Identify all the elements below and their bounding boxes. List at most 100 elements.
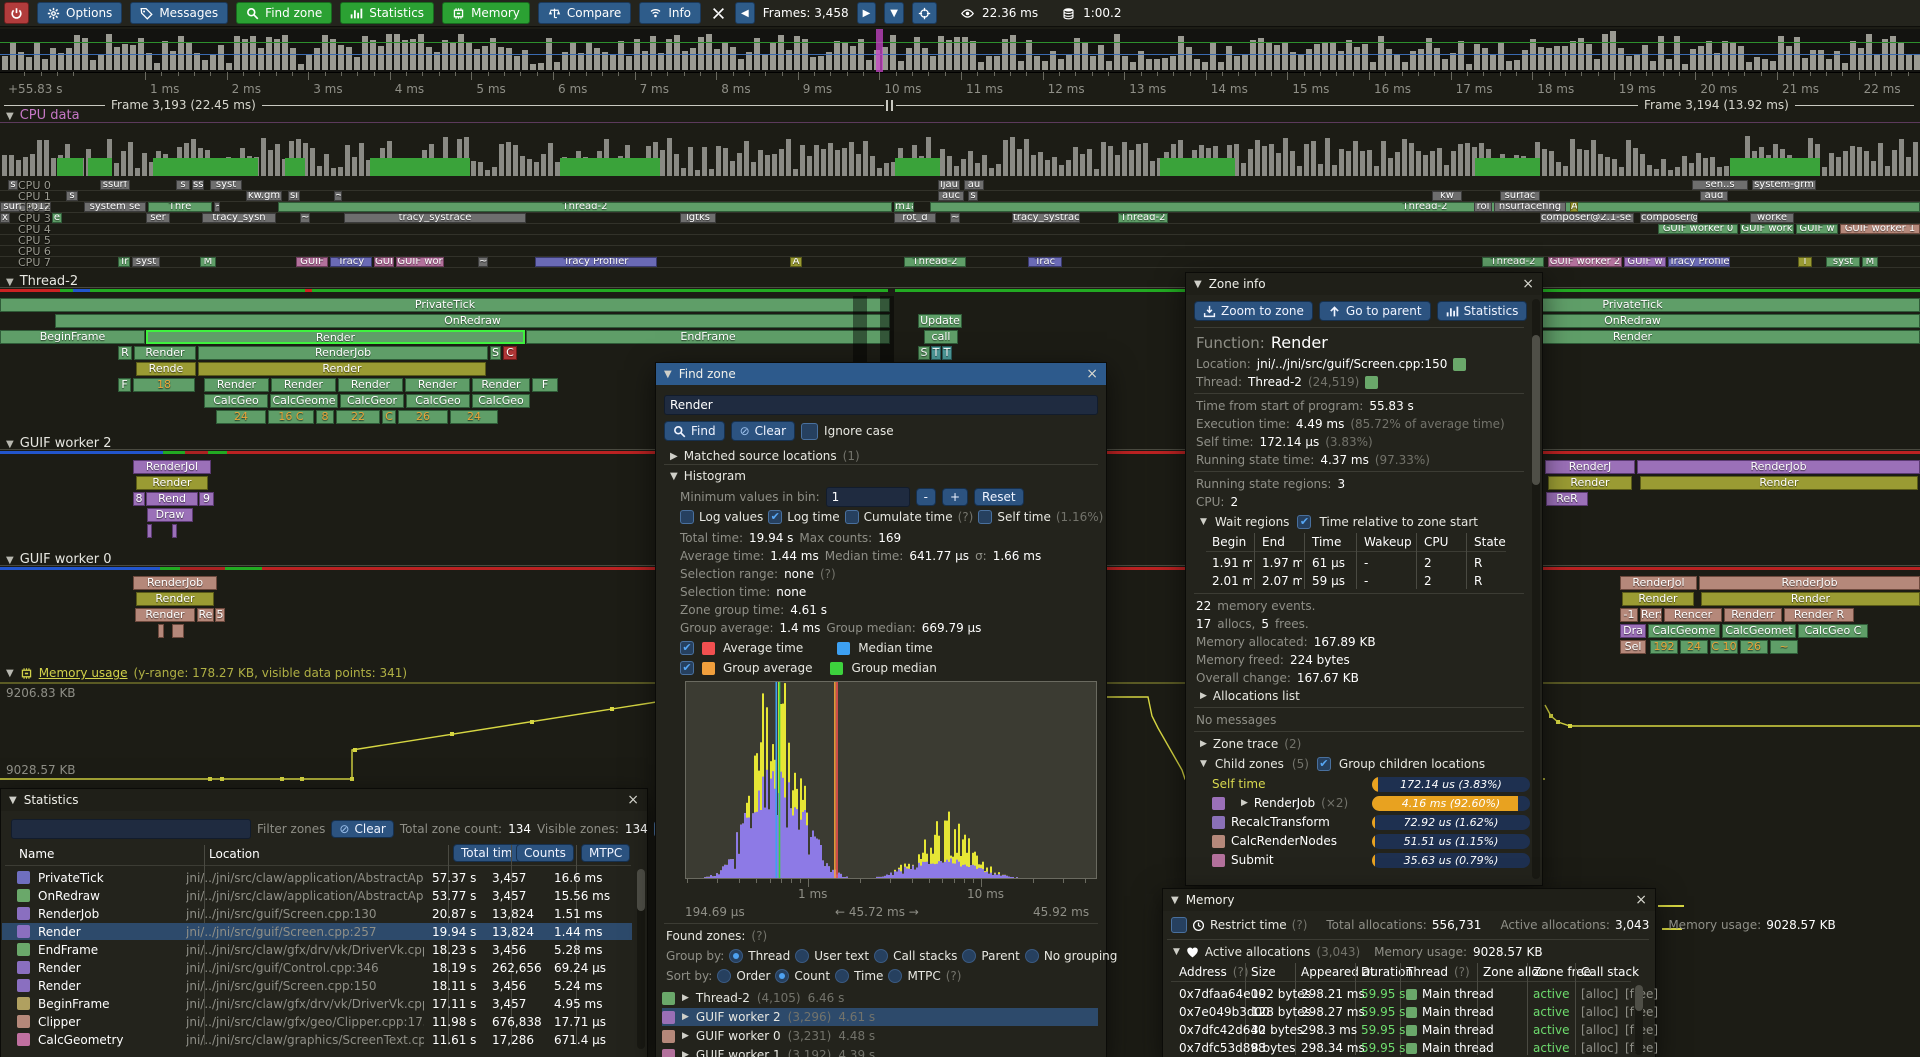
next-frame-button[interactable]: ▶: [857, 2, 877, 24]
timeline-zone[interactable]: F: [118, 378, 131, 392]
alloc-link[interactable]: [alloc]: [1581, 1023, 1618, 1037]
allocation-row[interactable]: 0x7dfaa64e00 192 bytes 298.21 ms 59.95 s…: [1163, 985, 1633, 1003]
close-icon[interactable]: ×: [627, 793, 639, 807]
cpu-zone[interactable]: Thre: [148, 202, 212, 212]
timeline-zone[interactable]: R: [118, 346, 132, 360]
statistics-titlebar[interactable]: ▼Statistics×: [1, 789, 647, 811]
timeline-zone[interactable]: Render: [135, 608, 195, 622]
find-zone-button[interactable]: Find zone: [236, 2, 332, 24]
histogram-section[interactable]: Histogram: [684, 469, 746, 483]
cpu-zone[interactable]: tracy_sysn: [202, 213, 276, 223]
info-button[interactable]: Info: [639, 2, 701, 24]
timeline-zone[interactable]: call: [924, 330, 958, 344]
cpu-zone[interactable]: GUIF worker 2: [1548, 257, 1622, 267]
cpu-zone[interactable]: rot_d: [894, 213, 936, 223]
sort-by-mtpc-radio[interactable]: [888, 969, 902, 983]
timeline-zone[interactable]: T: [931, 346, 941, 360]
cpu-zone[interactable]: worke: [1750, 213, 1794, 223]
find-button[interactable]: Find: [664, 421, 725, 441]
statistics-row[interactable]: OnRedraw jni/../jni/src/claw/application…: [2, 887, 632, 904]
timeline-zone[interactable]: Update: [918, 314, 962, 328]
group-by-call-stacks-radio[interactable]: [874, 949, 888, 963]
timeline-zone[interactable]: Render: [134, 346, 196, 360]
memory-usage-header[interactable]: ▼Memory usage(y-range: 178.27 KB, visibl…: [6, 666, 407, 680]
memory-col-header[interactable]: Thread: [1406, 965, 1448, 979]
timeline-zone[interactable]: Render: [472, 378, 530, 392]
zone-location[interactable]: jni/../jni/src/guif/Screen.cpp:150: [1257, 357, 1448, 371]
cpu-zone[interactable]: si: [288, 191, 300, 201]
group-children-checkbox[interactable]: ✔: [1317, 757, 1331, 771]
cpu-zone[interactable]: Thread-2: [904, 257, 966, 267]
matched-source-locations[interactable]: Matched source locations: [684, 449, 837, 463]
col-location[interactable]: Location: [209, 847, 260, 861]
cpu-zone[interactable]: Thread-2: [278, 202, 892, 212]
timeline-zone[interactable]: ReR: [1546, 492, 1588, 506]
cpu-zone[interactable]: composer@2.1-se (HW: [1540, 213, 1634, 223]
timeline-zone[interactable]: Render: [271, 378, 336, 392]
col-name[interactable]: Name: [19, 847, 54, 861]
sort-by-count-radio[interactable]: [775, 969, 789, 983]
cpu-zone[interactable]: Tr: [118, 257, 130, 267]
cpu-zone[interactable]: GUIF worker 0: [1658, 224, 1738, 234]
cpu-zone[interactable]: ss: [192, 180, 204, 190]
range-span[interactable]: ← 45.72 ms →: [835, 905, 919, 919]
timeline-zone[interactable]: RerS: [1640, 608, 1662, 622]
tools-icon[interactable]: [709, 7, 727, 20]
statistics-row[interactable]: Render jni/../jni/src/guif/Screen.cpp:25…: [2, 923, 632, 940]
statistics-row[interactable]: Render jni/../jni/src/guif/Control.cpp:3…: [2, 959, 632, 976]
timeline-zone[interactable]: 26: [398, 410, 448, 424]
messages-button[interactable]: Messages: [130, 2, 228, 24]
sort-by-order-radio[interactable]: [717, 969, 731, 983]
cpu-zone[interactable]: kw: [1432, 191, 1462, 201]
statistics-row[interactable]: CalcGe­ometry jni/../jni/src/claw/graphi…: [2, 1031, 632, 1048]
cpu-zone[interactable]: Trac: [1028, 257, 1062, 267]
timeline-zone[interactable]: 26: [1740, 640, 1768, 654]
group-by-user-text-radio[interactable]: [795, 949, 809, 963]
cpu-zone[interactable]: composer@: [1640, 213, 1698, 223]
timeline-zone[interactable]: 24: [1680, 640, 1708, 654]
memory-window[interactable]: ▼Memory× Restrict time(?) Total allocati…: [1162, 888, 1656, 1057]
cpu-zone[interactable]: Thread-2: [930, 202, 1920, 212]
timeline-zone[interactable]: 5: [215, 608, 225, 622]
wait-col-header[interactable]: State: [1474, 535, 1506, 549]
col-mtpc-button[interactable]: MTPC: [581, 844, 630, 862]
timeline-zone[interactable]: Render: [1701, 592, 1920, 606]
close-icon[interactable]: ×: [1635, 893, 1647, 907]
statistics-row[interactable]: BeginFrame jni/../jni/src/claw/gfx/drv/v…: [2, 995, 632, 1012]
zone-trace-section[interactable]: Zone trace: [1213, 737, 1278, 751]
statistics-row[interactable]: Clipper jni/../jni/src/claw/gfx/geo/Clip…: [2, 1013, 632, 1030]
statistics-scrollbar[interactable]: [637, 869, 645, 1049]
cpu-zone[interactable]: GUIF work: [1740, 224, 1794, 234]
zoom-to-zone-button[interactable]: Zoom to zone: [1194, 301, 1313, 321]
timeline-zone[interactable]: RenderJob: [1637, 460, 1920, 474]
cpu-zone[interactable]: aud: [1700, 191, 1728, 201]
timeline-zone[interactable]: C 10: [1710, 640, 1738, 654]
cpu-zone[interactable]: GUIF worker 1: [1840, 224, 1920, 234]
timeline-zone[interactable]: [172, 624, 184, 638]
child-zone-name[interactable]: RenderJob: [1254, 796, 1315, 810]
reset-button[interactable]: Reset: [974, 488, 1024, 506]
col-counts-button[interactable]: Counts: [516, 844, 574, 862]
cpu-zone[interactable]: s: [968, 191, 978, 201]
wait-col-header[interactable]: Wakeup: [1364, 535, 1412, 549]
timeline-zone[interactable]: RenderJol: [133, 460, 211, 474]
find-zone-histogram[interactable]: [685, 681, 1097, 879]
zone-info-scrollbar[interactable]: [1532, 299, 1540, 879]
timeline-zone[interactable]: EndFrame: [526, 330, 890, 344]
cpu-zone[interactable]: Thread-2: [1118, 213, 1168, 223]
found-zone-group[interactable]: ▶ GUIF worker 1 (3,192) 4.39 s: [662, 1046, 1098, 1057]
timeline-zone[interactable]: Sel: [1620, 640, 1646, 654]
child-zone-name[interactable]: Self time: [1212, 777, 1265, 791]
bin-minus-button[interactable]: -: [916, 488, 936, 506]
cpu-zone[interactable]: tracy_systrace: [344, 213, 526, 223]
timeline-zone[interactable]: 16 C: [268, 410, 314, 424]
timeline-zone[interactable]: PrivateTick: [0, 298, 890, 312]
timeline-zone[interactable]: 8: [133, 492, 145, 506]
timeline-zone[interactable]: RenderJob: [1699, 576, 1920, 590]
cpu-zone[interactable]: GUIF w: [1624, 257, 1666, 267]
statistics-row[interactable]: EndFrame jni/../jni/src/claw/gfx/drv/vk/…: [2, 941, 632, 958]
group-by-no-grouping-radio[interactable]: [1025, 949, 1039, 963]
cpu-zone[interactable]: GUIF w: [1796, 224, 1838, 234]
zone-info-window[interactable]: ▼Zone info×Zoom to zoneGo to parentStati…: [1185, 272, 1543, 886]
overview-view-marker[interactable]: [876, 29, 883, 72]
